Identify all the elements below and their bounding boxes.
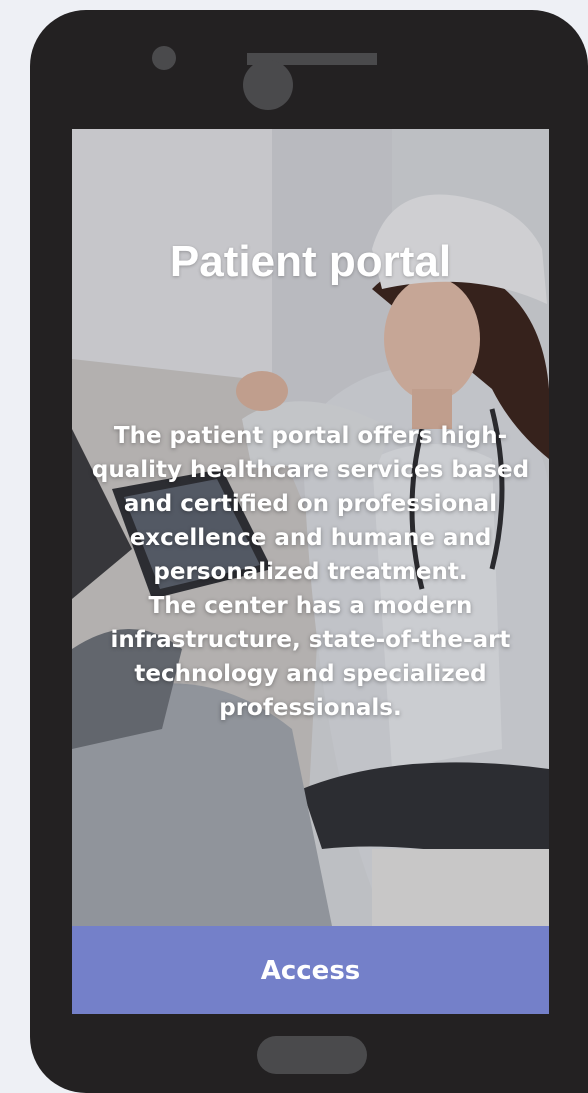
page-title: Patient portal	[169, 237, 452, 286]
description-paragraph-2: The center has a modern infrastructure, …	[110, 593, 511, 721]
hero-section: Patient portal The patient portal offers…	[72, 129, 549, 926]
home-button[interactable]	[257, 1036, 367, 1074]
description-paragraph-1: The patient portal offers high-quality h…	[91, 423, 530, 585]
front-camera	[243, 60, 293, 110]
access-button[interactable]: Access	[72, 926, 549, 1014]
phone-frame: Patient portal The patient portal offers…	[30, 10, 588, 1093]
hero-description: The patient portal offers high-quality h…	[78, 419, 543, 725]
front-sensor	[152, 46, 176, 70]
phone-screen: Patient portal The patient portal offers…	[72, 129, 549, 1014]
